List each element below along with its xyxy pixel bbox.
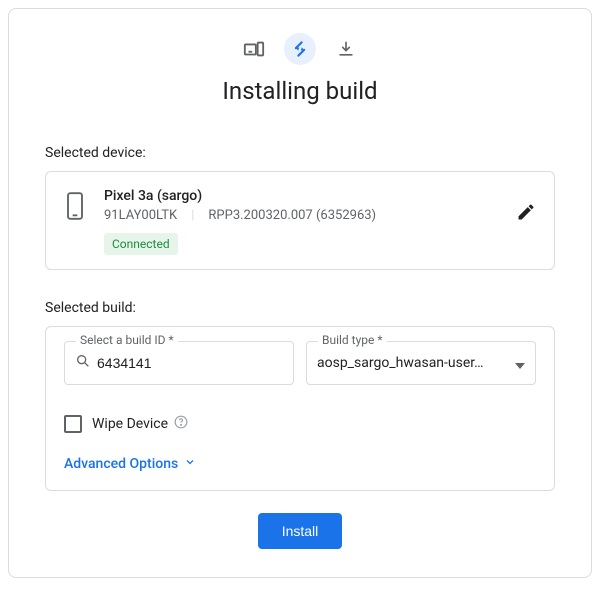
search-icon — [75, 353, 91, 373]
build-id-label: Select a build ID * — [76, 333, 178, 347]
devices-icon — [238, 33, 270, 65]
selected-build-label: Selected build: — [45, 300, 555, 316]
phone-icon — [64, 192, 86, 224]
build-type-label: Build type * — [318, 333, 387, 347]
install-card: Installing build Selected device: Pixel … — [8, 8, 592, 578]
device-name: Pixel 3a (sargo) — [104, 188, 498, 204]
device-build-info: RPP3.200320.007 (6352963) — [208, 208, 376, 223]
install-button[interactable]: Install — [258, 513, 343, 549]
status-badge: Connected — [104, 233, 178, 255]
build-id-input[interactable] — [97, 355, 283, 371]
download-icon — [330, 33, 362, 65]
build-id-input-box[interactable] — [64, 341, 294, 385]
selected-device-label: Selected device: — [45, 145, 555, 161]
device-serial: 91LAY00LTK — [104, 208, 177, 223]
wipe-device-row: Wipe Device — [64, 415, 536, 433]
build-type-field: Build type * aosp_sargo_hwasan-user… — [306, 341, 536, 385]
device-meta: 91LAY00LTK | RPP3.200320.007 (6352963) — [104, 208, 498, 223]
wipe-device-label: Wipe Device — [92, 415, 188, 433]
chevron-down-icon — [184, 456, 196, 472]
build-type-select[interactable]: aosp_sargo_hwasan-user… — [306, 341, 536, 385]
caret-down-icon — [515, 354, 525, 373]
step-indicator — [45, 33, 555, 65]
device-card: Pixel 3a (sargo) 91LAY00LTK | RPP3.20032… — [45, 171, 555, 270]
wipe-device-checkbox[interactable] — [64, 415, 82, 433]
build-id-field: Select a build ID * — [64, 341, 294, 385]
build-card: Select a build ID * Build type * aosp_sa… — [45, 326, 555, 491]
edit-device-button[interactable] — [516, 202, 536, 226]
device-info: Pixel 3a (sargo) 91LAY00LTK | RPP3.20032… — [104, 188, 498, 255]
page-title: Installing build — [45, 77, 555, 105]
advanced-options-toggle[interactable]: Advanced Options — [64, 456, 196, 472]
build-type-value: aosp_sargo_hwasan-user… — [317, 355, 509, 371]
transfer-icon — [284, 33, 316, 65]
help-icon[interactable] — [174, 415, 188, 433]
